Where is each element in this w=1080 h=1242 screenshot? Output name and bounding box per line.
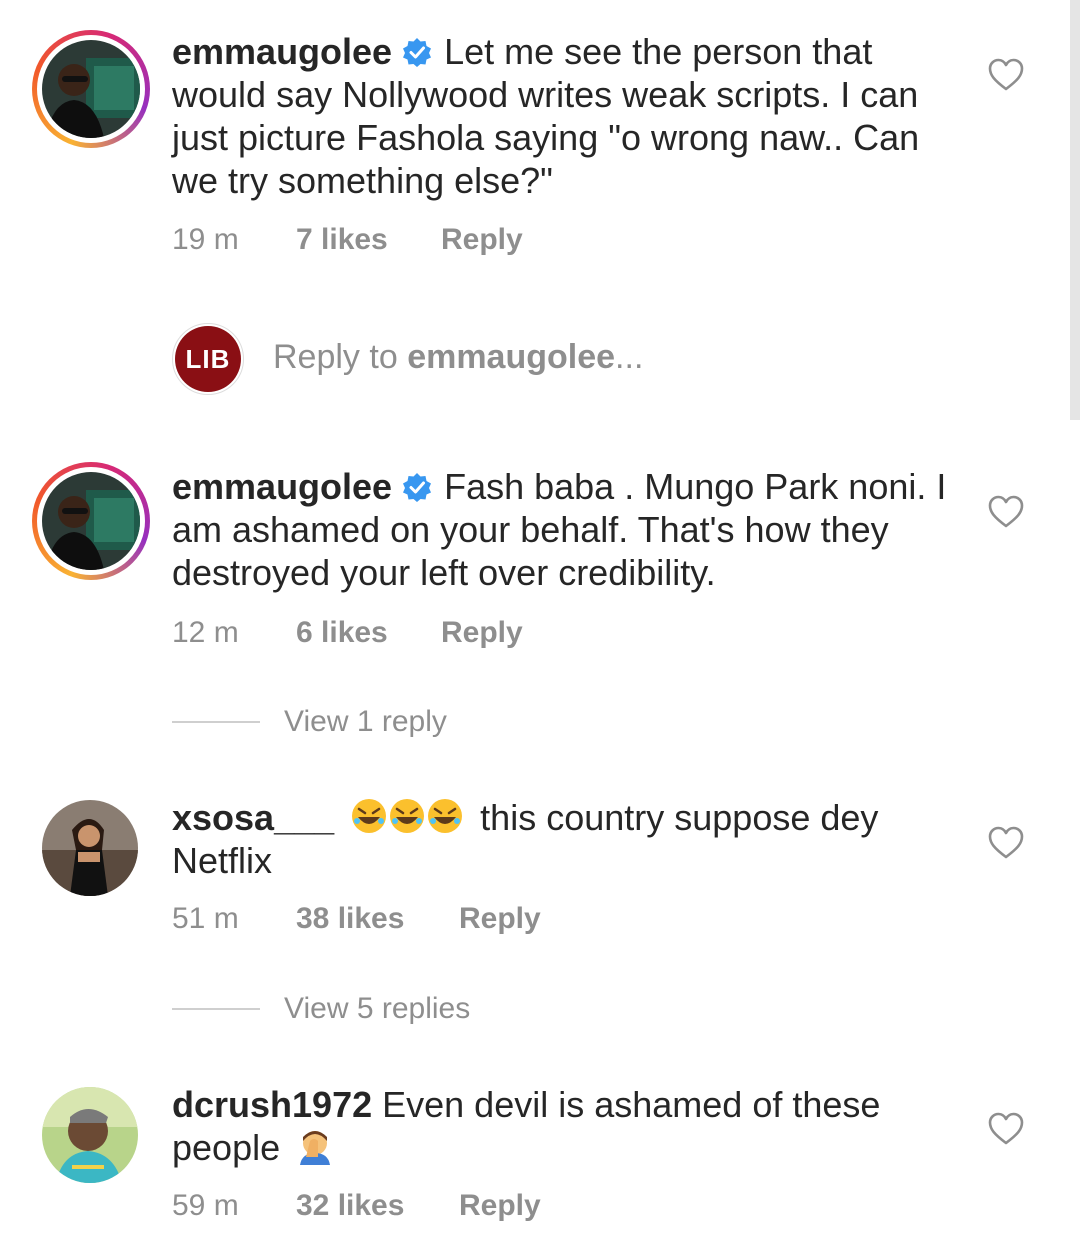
comment-body: dcrush1972 Even devil is ashamed of thes… — [172, 1083, 952, 1169]
verified-badge-icon — [403, 473, 432, 502]
timestamp: 12 m — [172, 616, 239, 649]
comment-meta: 19 m 7 likes Reply — [172, 223, 523, 257]
reply-button[interactable]: Reply — [441, 616, 523, 650]
likes-count[interactable]: 38 likes — [296, 902, 459, 936]
like-heart-icon[interactable] — [988, 826, 1024, 860]
username-link[interactable]: emmaugolee — [172, 31, 392, 72]
reply-target: emmaugolee — [407, 338, 616, 376]
lib-logo: LIB — [175, 326, 241, 392]
view-replies-button[interactable]: View 5 replies — [172, 992, 470, 1026]
verified-badge-icon — [403, 38, 432, 67]
view-replies-label: View 5 replies — [284, 992, 471, 1025]
face-palm-emoji-icon — [300, 1131, 331, 1165]
username-link[interactable]: xsosa___ — [172, 797, 334, 838]
timestamp: 51 m — [172, 902, 239, 935]
timestamp: 19 m — [172, 223, 239, 256]
username-link[interactable]: emmaugolee — [172, 466, 392, 507]
likes-count[interactable]: 7 likes — [296, 223, 441, 257]
reply-button[interactable]: Reply — [441, 223, 523, 257]
story-ring-avatar[interactable] — [32, 30, 150, 148]
lib-avatar: LIB — [172, 323, 244, 395]
profile-avatar — [42, 472, 140, 570]
rolling-laughing-emoji-icon — [352, 799, 387, 833]
laughing-emoji-group — [350, 797, 474, 838]
scrollbar[interactable] — [1070, 0, 1080, 420]
reply-button[interactable]: Reply — [459, 902, 541, 936]
view-replies-button[interactable]: View 1 reply — [172, 705, 447, 739]
comment-meta: 12 m 6 likes Reply — [172, 616, 523, 650]
like-heart-icon[interactable] — [988, 58, 1024, 92]
profile-avatar[interactable] — [42, 1087, 138, 1183]
comment-meta: 51 m 38 likes Reply — [172, 902, 541, 936]
comment-meta: 59 m 32 likes Reply — [172, 1189, 541, 1223]
likes-count[interactable]: 32 likes — [296, 1189, 459, 1223]
comment-body: emmaugolee Fash baba . Mungo Park noni. I… — [172, 465, 952, 594]
rolling-laughing-emoji-icon — [428, 799, 463, 833]
like-heart-icon[interactable] — [988, 1112, 1024, 1146]
reply-input[interactable]: Reply to emmaugolee... — [273, 338, 643, 377]
comment-body: emmaugolee Let me see the person that wou… — [172, 30, 952, 202]
reply-prefix: Reply to — [273, 338, 408, 376]
story-ring-avatar[interactable] — [32, 462, 150, 580]
rolling-laughing-emoji-icon — [390, 799, 425, 833]
divider-line — [172, 1008, 260, 1010]
likes-count[interactable]: 6 likes — [296, 616, 441, 650]
profile-avatar — [42, 40, 140, 138]
comment-body: xsosa___ this country suppose dey Netfli… — [172, 796, 952, 882]
profile-avatar[interactable] — [42, 800, 138, 896]
divider-line — [172, 721, 260, 723]
reply-button[interactable]: Reply — [459, 1189, 541, 1223]
reply-suffix: ... — [615, 338, 644, 376]
view-replies-label: View 1 reply — [284, 705, 447, 738]
timestamp: 59 m — [172, 1189, 239, 1222]
username-link[interactable]: dcrush1972 — [172, 1084, 372, 1125]
like-heart-icon[interactable] — [988, 495, 1024, 529]
